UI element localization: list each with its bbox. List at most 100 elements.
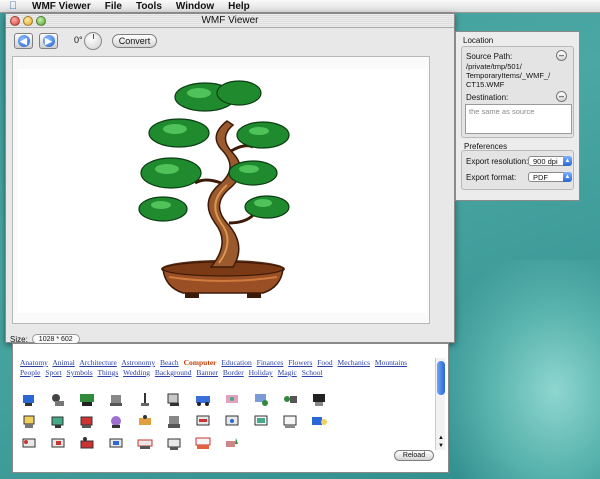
- source-path-label: Source Path:: [466, 52, 513, 61]
- format-select[interactable]: PDF ▲: [528, 172, 572, 182]
- chevron-updown-icon: ▲: [563, 172, 572, 182]
- clipart-grid: [21, 392, 401, 458]
- window-controls: [10, 16, 46, 26]
- close-button[interactable]: [10, 16, 20, 26]
- minus-icon[interactable]: –: [556, 91, 567, 102]
- window-titlebar[interactable]: WMF Viewer: [6, 14, 454, 28]
- category-link[interactable]: Mountains: [375, 358, 407, 367]
- category-link[interactable]: Magic: [278, 368, 297, 377]
- clipart-thumbnail[interactable]: [137, 414, 153, 429]
- clipart-thumbnail[interactable]: [50, 392, 66, 407]
- chevron-updown-icon: ▲: [563, 156, 572, 166]
- category-link[interactable]: Astronomy: [121, 358, 155, 367]
- inspector-panel: Location Source Path: – /private/tmp/501…: [455, 31, 580, 201]
- clipart-thumbnail[interactable]: [50, 436, 66, 451]
- category-link[interactable]: Animal: [52, 358, 75, 367]
- zoom-button[interactable]: [36, 16, 46, 26]
- clipart-thumbnail[interactable]: [224, 414, 240, 429]
- category-link[interactable]: Border: [223, 368, 244, 377]
- arrow-left-icon: ◀: [17, 35, 30, 47]
- clipart-thumbnail[interactable]: [253, 414, 269, 429]
- category-links: Anatomy Animal Architecture Astronomy Be…: [20, 358, 410, 378]
- clipart-thumbnail[interactable]: [253, 392, 269, 407]
- clipart-thumbnail[interactable]: [166, 414, 182, 429]
- clipart-thumbnail[interactable]: [224, 436, 240, 451]
- format-label: Export format:: [466, 173, 517, 182]
- desktop-background: [450, 260, 600, 479]
- format-value: PDF: [533, 173, 548, 182]
- rotation-label: 0°: [74, 35, 83, 45]
- apple-icon[interactable]: : [6, 0, 20, 12]
- category-link[interactable]: Symbols: [66, 368, 92, 377]
- category-link[interactable]: Finances: [257, 358, 284, 367]
- minus-icon[interactable]: –: [556, 50, 567, 61]
- menu-help[interactable]: Help: [228, 1, 250, 12]
- clipart-thumbnail[interactable]: [166, 436, 182, 451]
- clipart-thumbnail[interactable]: [21, 436, 37, 451]
- clipart-thumbnail[interactable]: [195, 436, 211, 451]
- clipart-thumbnail[interactable]: [282, 392, 298, 407]
- viewer-window: WMF Viewer ◀ ▶ 0° Convert Size: 1028 * 6…: [5, 13, 455, 344]
- category-link[interactable]: Education: [221, 358, 251, 367]
- category-link[interactable]: Mechanics: [338, 358, 371, 367]
- destination-field[interactable]: the same as source: [465, 104, 572, 134]
- category-link-active[interactable]: Computer: [184, 358, 217, 367]
- clipart-thumbnail[interactable]: [311, 392, 327, 407]
- category-link[interactable]: Wedding: [123, 368, 150, 377]
- resolution-value: 900 dpi: [533, 157, 558, 166]
- arrow-right-icon: ▶: [42, 35, 55, 47]
- menu-tools[interactable]: Tools: [136, 1, 162, 12]
- window-title: WMF Viewer: [201, 15, 259, 26]
- category-link[interactable]: Holiday: [249, 368, 273, 377]
- menu-file[interactable]: File: [105, 1, 122, 12]
- clipart-thumbnail[interactable]: [224, 392, 240, 407]
- clipart-thumbnail[interactable]: [79, 436, 95, 451]
- clipart-thumbnail[interactable]: [282, 414, 298, 429]
- clipart-thumbnail[interactable]: [166, 392, 182, 407]
- location-header: Location: [463, 36, 494, 45]
- vertical-scrollbar[interactable]: ▲ ▼: [435, 358, 445, 450]
- minimize-button[interactable]: [23, 16, 33, 26]
- back-button[interactable]: ◀: [14, 33, 33, 49]
- clipart-thumbnail[interactable]: [21, 414, 37, 429]
- clipart-row: [21, 414, 401, 429]
- category-link[interactable]: Anatomy: [20, 358, 48, 367]
- preview-frame: [12, 56, 430, 324]
- category-link[interactable]: Things: [97, 368, 118, 377]
- category-link[interactable]: School: [302, 368, 323, 377]
- category-link[interactable]: People: [20, 368, 40, 377]
- clipart-thumbnail[interactable]: [137, 392, 153, 407]
- menu-app-name[interactable]: WMF Viewer: [32, 1, 91, 12]
- scroll-arrows-icon[interactable]: ▲ ▼: [436, 434, 446, 450]
- forward-button[interactable]: ▶: [39, 33, 58, 49]
- scrollbar-thumb[interactable]: [437, 361, 445, 395]
- category-link[interactable]: Architecture: [79, 358, 116, 367]
- clipart-thumbnail[interactable]: [195, 392, 211, 407]
- clipart-thumbnail[interactable]: [79, 414, 95, 429]
- clipart-thumbnail[interactable]: [195, 414, 211, 429]
- rotation-dial-icon[interactable]: [84, 32, 102, 50]
- clipart-thumbnail[interactable]: [108, 436, 124, 451]
- toolbar: ◀ ▶ 0° Convert: [6, 28, 454, 54]
- clipart-thumbnail[interactable]: [79, 392, 95, 407]
- menu-window[interactable]: Window: [176, 1, 214, 12]
- clipart-thumbnail[interactable]: [108, 414, 124, 429]
- category-link[interactable]: Banner: [196, 368, 218, 377]
- category-link[interactable]: Flowers: [288, 358, 312, 367]
- location-box: Source Path: – /private/tmp/501/ Tempora…: [461, 46, 574, 138]
- destination-label: Destination:: [466, 93, 509, 102]
- resolution-label: Export resolution:: [466, 157, 529, 166]
- clipart-row: [21, 436, 401, 451]
- clipart-thumbnail[interactable]: [108, 392, 124, 407]
- clipart-thumbnail[interactable]: [50, 414, 66, 429]
- category-link[interactable]: Sport: [45, 368, 61, 377]
- clipart-thumbnail[interactable]: [311, 414, 327, 429]
- clipart-thumbnail[interactable]: [21, 392, 37, 407]
- clipart-thumbnail[interactable]: [137, 436, 153, 451]
- category-link[interactable]: Food: [317, 358, 332, 367]
- category-link[interactable]: Background: [155, 368, 192, 377]
- reload-button[interactable]: Reload: [394, 450, 434, 461]
- resolution-select[interactable]: 900 dpi ▲: [528, 156, 572, 166]
- category-link[interactable]: Beach: [160, 358, 179, 367]
- convert-button[interactable]: Convert: [112, 34, 157, 48]
